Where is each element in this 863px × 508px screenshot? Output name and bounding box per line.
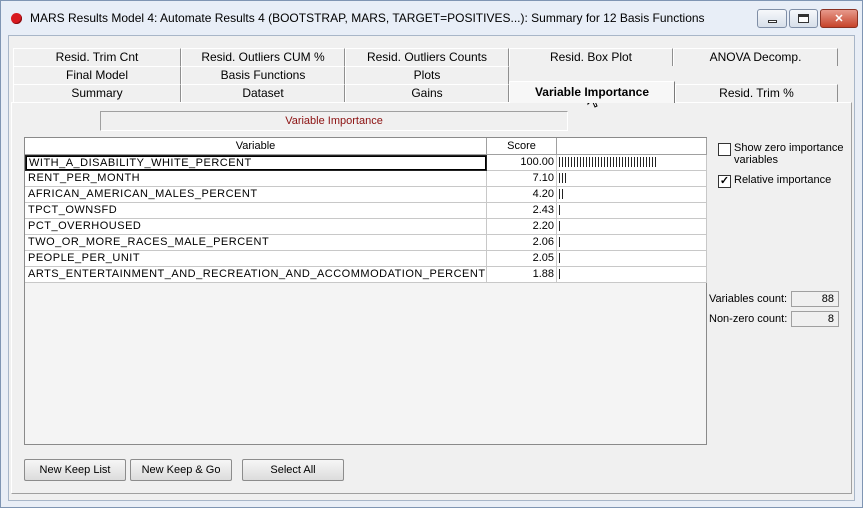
minimize-button[interactable] <box>757 9 787 28</box>
show-zero-checkbox[interactable] <box>718 143 731 156</box>
variable-name: ARTS_ENTERTAINMENT_AND_RECREATION_AND_AC… <box>25 267 487 283</box>
variable-name: WITH_A_DISABILITY_WHITE_PERCENT <box>25 155 487 171</box>
importance-bar <box>559 205 561 215</box>
tab-summary[interactable]: Summary <box>13 84 181 102</box>
close-icon: ✕ <box>834 13 844 25</box>
importance-bar <box>559 189 563 199</box>
variable-name: RENT_PER_MONTH <box>25 171 487 187</box>
nonzero-count-label: Non-zero count: <box>709 313 788 325</box>
variable-score: 2.43 <box>487 203 557 219</box>
tab-resid-outliers-counts[interactable]: Resid. Outliers Counts <box>345 48 509 66</box>
relative-importance-label: Relative importance <box>734 174 832 186</box>
importance-bar-cell <box>557 251 707 267</box>
importance-bar-cell <box>557 155 707 171</box>
importance-bar-cell <box>557 235 707 251</box>
importance-grid[interactable]: Variable Score WITH_A_DISABILITY_WHITE_P… <box>24 137 707 445</box>
importance-bar-cell <box>557 219 707 235</box>
tab-resid-outliers-cum[interactable]: Resid. Outliers CUM % <box>181 48 345 66</box>
column-header-bar <box>557 138 707 155</box>
tab-resid-box-plot[interactable]: Resid. Box Plot <box>509 48 673 66</box>
relative-importance-checkbox[interactable]: ✓ <box>718 175 731 188</box>
table-row[interactable]: PCT_OVERHOUSED 2.20 <box>25 219 707 235</box>
select-all-button[interactable]: Select All <box>242 459 344 481</box>
variable-name: TWO_OR_MORE_RACES_MALE_PERCENT <box>25 235 487 251</box>
new-keep-list-button[interactable]: New Keep List <box>24 459 126 481</box>
variable-name: AFRICAN_AMERICAN_MALES_PERCENT <box>25 187 487 203</box>
maximize-icon <box>798 14 809 23</box>
tab-gains[interactable]: Gains <box>345 84 509 102</box>
column-header-score[interactable]: Score <box>487 138 557 155</box>
variable-score: 2.06 <box>487 235 557 251</box>
variable-score: 100.00 <box>487 155 557 171</box>
table-row[interactable]: TPCT_OWNSFD 2.43 <box>25 203 707 219</box>
relative-importance-option[interactable]: ✓ Relative importance <box>718 174 846 188</box>
table-row[interactable]: TWO_OR_MORE_RACES_MALE_PERCENT 2.06 <box>25 235 707 251</box>
section-label: Variable Importance <box>100 111 568 131</box>
grid-header: Variable Score <box>25 138 707 155</box>
column-header-variable[interactable]: Variable <box>25 138 487 155</box>
nonzero-count-value: 8 <box>791 311 839 327</box>
variables-count-label: Variables count: <box>709 293 788 305</box>
tab-basis-functions[interactable]: Basis Functions <box>181 66 345 84</box>
window-title: MARS Results Model 4: Automate Results 4… <box>30 11 705 25</box>
importance-bar <box>559 221 561 231</box>
new-keep-go-button[interactable]: New Keep & Go <box>130 459 232 481</box>
table-row[interactable]: RENT_PER_MONTH 7.10 <box>25 171 707 187</box>
app-window: MARS Results Model 4: Automate Results 4… <box>0 0 863 508</box>
importance-bar <box>559 237 561 247</box>
mars-app-icon <box>11 13 22 24</box>
importance-bar-cell <box>557 187 707 203</box>
variable-score: 2.05 <box>487 251 557 267</box>
importance-bar-cell <box>557 267 707 283</box>
tab-plots[interactable]: Plots <box>345 66 509 84</box>
table-row[interactable]: PEOPLE_PER_UNIT 2.05 <box>25 251 707 267</box>
tab-resid-trim-pct[interactable]: Resid. Trim % <box>675 84 838 102</box>
importance-bar <box>559 157 657 167</box>
table-row[interactable]: AFRICAN_AMERICAN_MALES_PERCENT 4.20 <box>25 187 707 203</box>
tab-final-model[interactable]: Final Model <box>13 66 181 84</box>
results-client-area: Resid. Trim Cnt Resid. Outliers CUM % Re… <box>8 35 855 501</box>
importance-bar <box>559 173 566 183</box>
tab-variable-importance[interactable]: Variable Importance <box>509 81 675 103</box>
table-row[interactable]: WITH_A_DISABILITY_WHITE_PERCENT 100.00 <box>25 155 707 171</box>
variable-importance-panel: Variable Importance Variable Score WITH_… <box>11 102 852 494</box>
importance-bar <box>559 253 561 263</box>
show-zero-label: Show zero importance variables <box>734 142 844 166</box>
variable-name: TPCT_OWNSFD <box>25 203 487 219</box>
variable-score: 1.88 <box>487 267 557 283</box>
variables-count-value: 88 <box>791 291 839 307</box>
variable-name: PCT_OVERHOUSED <box>25 219 487 235</box>
tab-resid-trim-cnt[interactable]: Resid. Trim Cnt <box>13 48 181 66</box>
importance-bar-cell <box>557 203 707 219</box>
maximize-button[interactable] <box>789 9 818 28</box>
variable-score: 2.20 <box>487 219 557 235</box>
importance-bar-cell <box>557 171 707 187</box>
tab-dataset[interactable]: Dataset <box>181 84 345 102</box>
title-bar[interactable]: MARS Results Model 4: Automate Results 4… <box>1 1 862 35</box>
variable-name: PEOPLE_PER_UNIT <box>25 251 487 267</box>
show-zero-option[interactable]: Show zero importance variables <box>718 142 846 166</box>
close-button[interactable]: ✕ <box>820 9 858 28</box>
variable-score: 7.10 <box>487 171 557 187</box>
table-row[interactable]: ARTS_ENTERTAINMENT_AND_RECREATION_AND_AC… <box>25 267 707 283</box>
tab-anova-decomp[interactable]: ANOVA Decomp. <box>673 48 838 66</box>
minimize-icon <box>767 20 777 23</box>
variable-score: 4.20 <box>487 187 557 203</box>
importance-bar <box>559 269 561 279</box>
